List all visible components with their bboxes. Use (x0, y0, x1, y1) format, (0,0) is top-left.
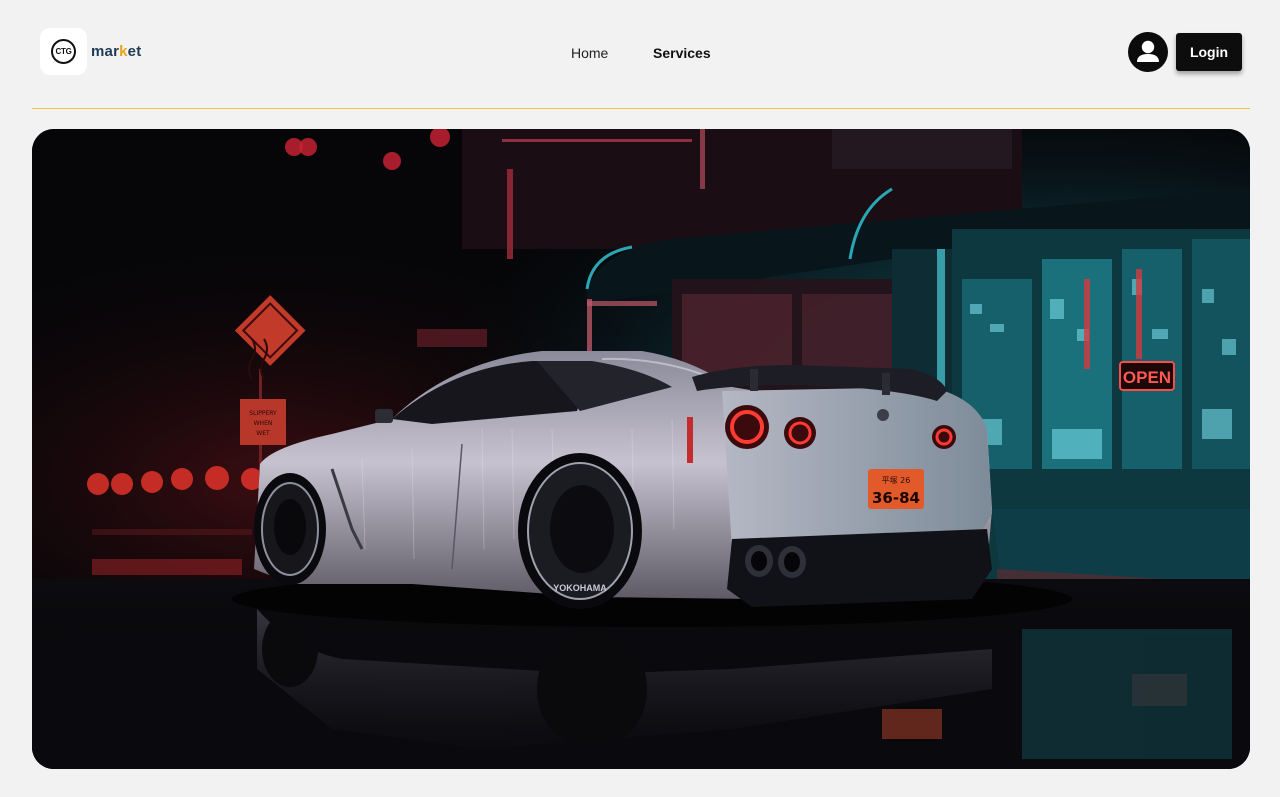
hero-banner-image: OPEN SLIPPERY WHEN WET 平塚 26 36-84 YOKOH… (32, 129, 1250, 769)
open-sign: OPEN (1123, 368, 1171, 387)
header-divider (32, 108, 1250, 109)
front-wheel (254, 473, 326, 585)
svg-text:SLIPPERY: SLIPPERY (249, 410, 277, 417)
nav-link-home[interactable]: Home (571, 45, 608, 61)
svg-text:YOKOHAMA: YOKOHAMA (553, 583, 607, 593)
svg-text:36-84: 36-84 (872, 489, 920, 507)
user-avatar-icon[interactable] (1128, 32, 1168, 72)
nav-link-services[interactable]: Services (653, 45, 711, 61)
login-button[interactable]: Login (1176, 33, 1242, 71)
svg-text:WHEN: WHEN (254, 420, 273, 427)
rear-wheel: YOKOHAMA (518, 453, 642, 609)
svg-text:平塚 26: 平塚 26 (882, 476, 911, 485)
site-header: CTG market Home Services Login (0, 0, 1280, 109)
main-nav: Home Services (0, 45, 1280, 63)
svg-text:WET: WET (256, 430, 270, 437)
